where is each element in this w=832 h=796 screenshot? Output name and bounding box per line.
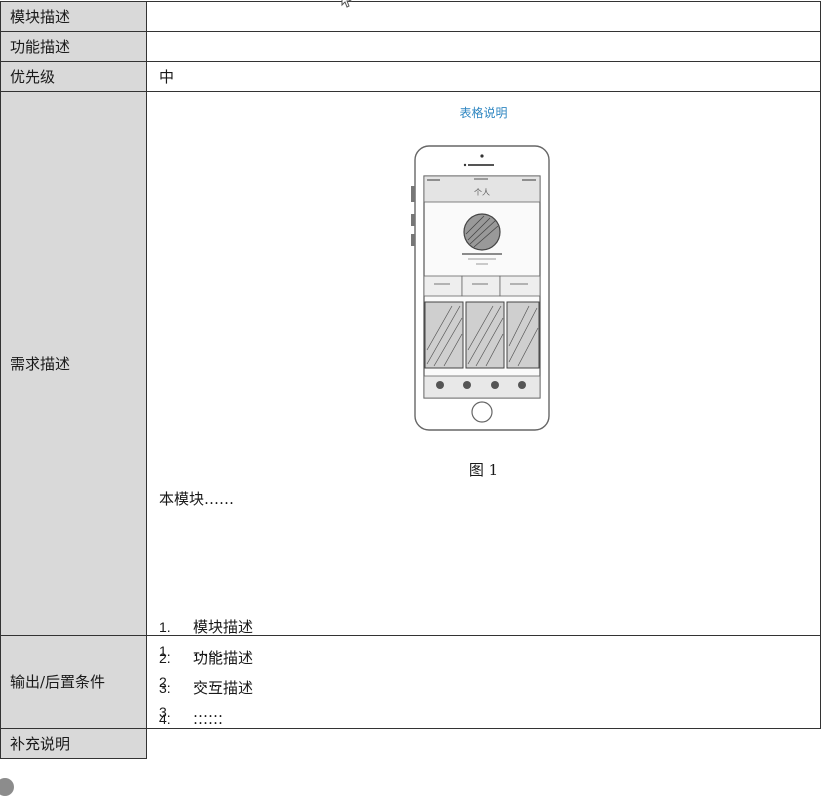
output-cell[interactable]: 1. …… 2. …… 3. …… — [146, 635, 821, 729]
mouse-pointer-icon — [341, 0, 353, 8]
output-list: 1. …… 2. …… 3. …… — [159, 636, 832, 728]
list-item-number: 3. — [159, 704, 171, 720]
user-avatar-icon[interactable] — [0, 778, 14, 796]
list-item-text: …… — [193, 703, 223, 721]
list-item-number: 2. — [159, 673, 171, 690]
list-item-text: …… — [193, 642, 223, 660]
priority-value[interactable]: 中 — [146, 61, 821, 92]
module-desc-value[interactable] — [146, 1, 821, 32]
sketch-screen-title: 个人 — [474, 188, 490, 197]
extra-label: 补充说明 — [0, 727, 147, 759]
phone-sketch-image: 个人 — [411, 145, 550, 431]
module-desc-label: 模块描述 — [0, 1, 147, 32]
list-item: 2. …… — [159, 667, 832, 698]
function-desc-label: 功能描述 — [0, 31, 147, 62]
row-function-desc: 功能描述 — [0, 31, 821, 62]
requirement-label: 需求描述 — [0, 91, 147, 636]
row-module-desc: 模块描述 — [0, 1, 821, 32]
list-item-text: …… — [193, 672, 223, 691]
phone-sketch-figure: 个人 — [410, 144, 550, 434]
list-item: 3. …… — [159, 697, 832, 728]
requirements-table: 模块描述 功能描述 优先级 中 需求描述 表格说明 个人 图 1 本模块…… 1… — [0, 1, 821, 759]
table-caption-link[interactable]: 表格说明 — [147, 104, 820, 121]
list-item: 1. …… — [159, 636, 832, 667]
priority-label: 优先级 — [0, 61, 147, 92]
row-extra: 补充说明 — [0, 727, 821, 759]
figure-label: 图 1 — [468, 461, 499, 479]
output-label: 输出/后置条件 — [0, 635, 147, 729]
list-item-number: 1. — [159, 643, 171, 659]
requirement-cell[interactable]: 表格说明 个人 图 1 本模块…… 1. 模块描述 2. 功能描述 3. 交互描… — [146, 91, 821, 728]
row-output: 输出/后置条件 1. …… 2. …… 3. …… — [0, 635, 821, 729]
function-desc-value[interactable] — [146, 31, 821, 62]
row-requirement: 需求描述 表格说明 个人 图 1 本模块…… 1. 模块描述 2. 功能描述 3… — [0, 91, 821, 728]
row-priority: 优先级 中 — [0, 61, 821, 92]
module-intro-text: 本模块…… — [159, 490, 235, 508]
